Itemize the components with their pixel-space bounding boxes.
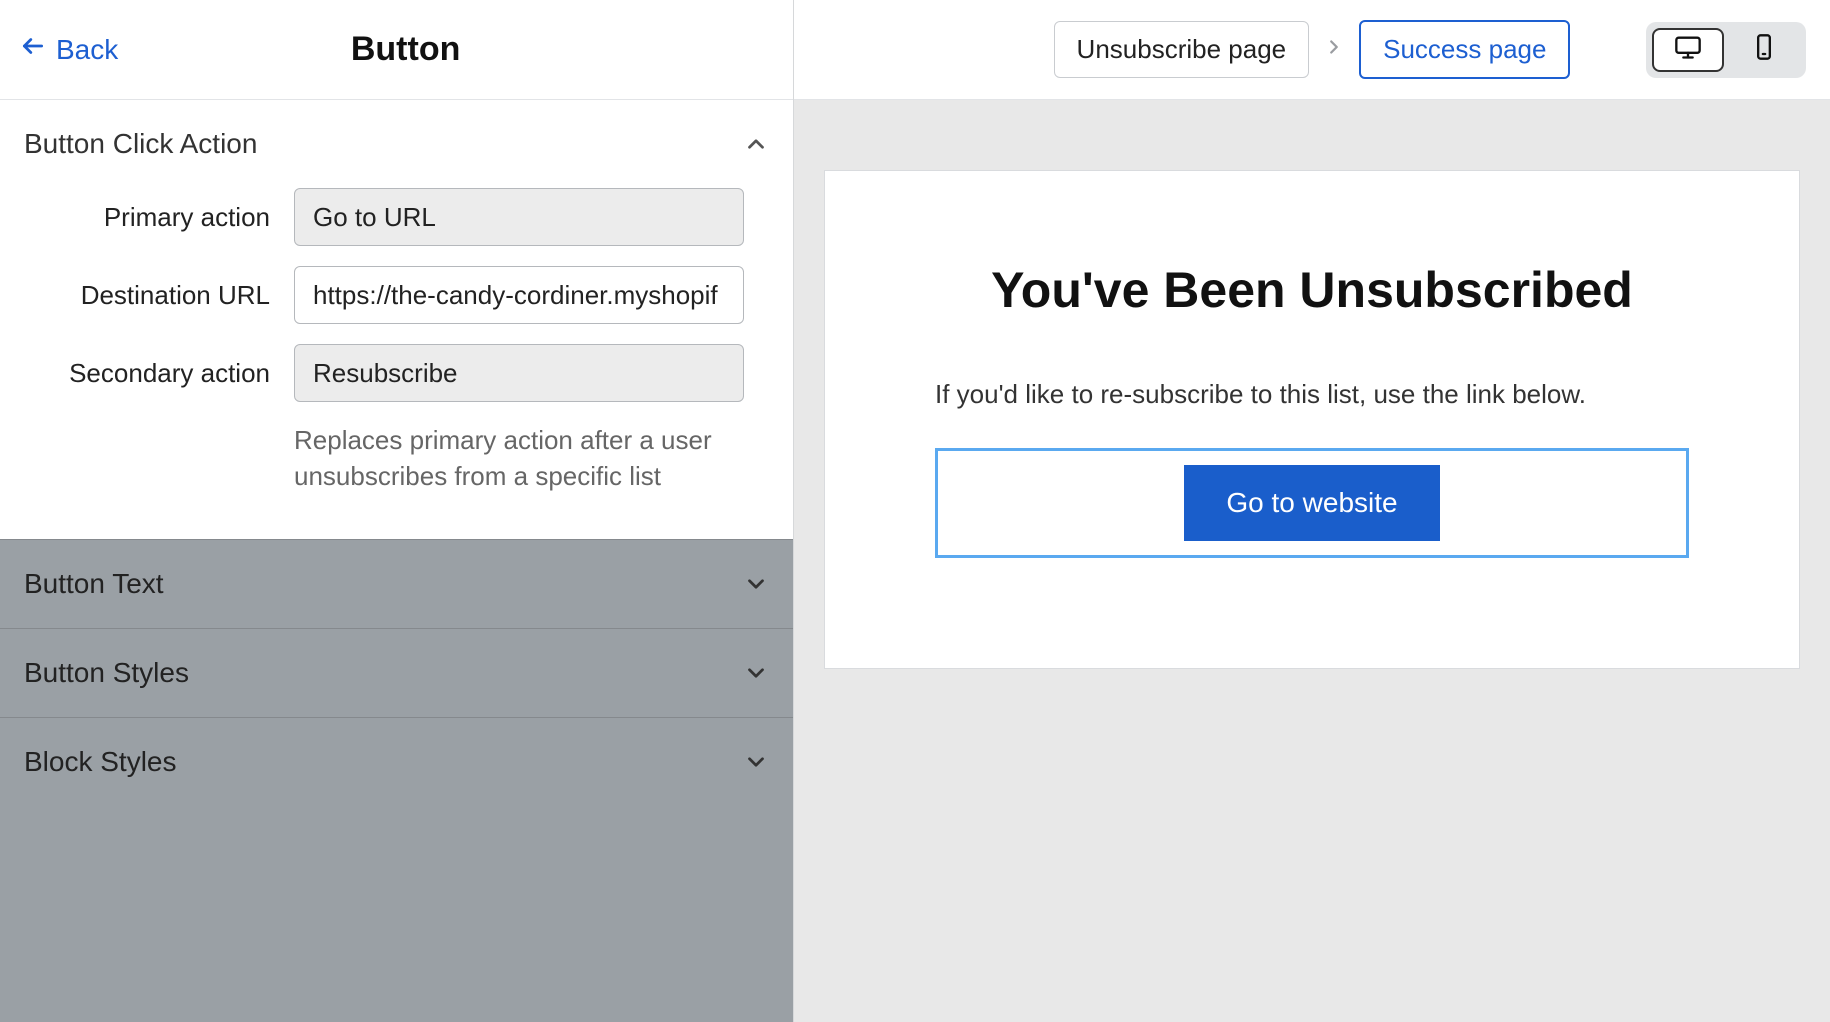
label-primary-action: Primary action (24, 202, 294, 233)
section-block-styles[interactable]: Block Styles (0, 717, 793, 806)
select-primary-action[interactable]: Go to URL (294, 188, 744, 246)
section-title: Button Click Action (24, 128, 257, 160)
preview-header: Unsubscribe page Success page (794, 0, 1830, 100)
section-button-click-action: Button Click Action Primary action Go to… (0, 100, 793, 539)
select-secondary-action[interactable]: Resubscribe (294, 344, 744, 402)
section-title: Button Text (24, 568, 164, 600)
preview-canvas[interactable]: You've Been Unsubscribed If you'd like t… (824, 170, 1800, 669)
device-toggle (1646, 22, 1806, 78)
device-desktop-button[interactable] (1652, 28, 1724, 72)
arrow-left-icon (20, 33, 46, 66)
section-header-click-action[interactable]: Button Click Action (24, 128, 769, 160)
back-label: Back (56, 34, 118, 66)
canvas-heading: You've Been Unsubscribed (991, 261, 1633, 319)
label-secondary-action: Secondary action (24, 358, 294, 389)
section-button-styles[interactable]: Button Styles (0, 628, 793, 717)
row-destination-url: Destination URL https://the-candy-cordin… (24, 266, 769, 324)
chevron-up-icon (743, 131, 769, 157)
breadcrumb-success-page[interactable]: Success page (1359, 20, 1570, 79)
chevron-right-icon (1323, 36, 1345, 63)
desktop-icon (1674, 33, 1702, 66)
go-to-website-button[interactable]: Go to website (1184, 465, 1439, 541)
chevron-down-icon (743, 660, 769, 686)
row-primary-action: Primary action Go to URL (24, 188, 769, 246)
breadcrumb: Unsubscribe page Success page (1054, 20, 1571, 79)
device-mobile-button[interactable] (1728, 28, 1800, 72)
preview-body: You've Been Unsubscribed If you'd like t… (794, 100, 1830, 1022)
settings-sidebar: Back Button Button Click Action Primary … (0, 0, 794, 1022)
canvas-button-selection[interactable]: Go to website (935, 448, 1689, 558)
back-button[interactable]: Back (20, 33, 118, 66)
section-title: Button Styles (24, 657, 189, 689)
preview-pane: Unsubscribe page Success page You've Bee… (794, 0, 1830, 1022)
input-destination-url[interactable]: https://the-candy-cordiner.myshopif (294, 266, 744, 324)
label-destination-url: Destination URL (24, 280, 294, 311)
chevron-down-icon (743, 749, 769, 775)
section-title: Block Styles (24, 746, 177, 778)
helper-text-secondary-action: Replaces primary action after a user uns… (294, 422, 769, 495)
section-button-text[interactable]: Button Text (0, 539, 793, 628)
sidebar-header: Back Button (0, 0, 793, 100)
mobile-icon (1750, 33, 1778, 66)
canvas-subtext: If you'd like to re-subscribe to this li… (935, 379, 1586, 410)
row-secondary-action: Secondary action Resubscribe (24, 344, 769, 402)
panel-title: Button (118, 30, 693, 69)
breadcrumb-unsubscribe-page[interactable]: Unsubscribe page (1054, 21, 1310, 78)
chevron-down-icon (743, 571, 769, 597)
